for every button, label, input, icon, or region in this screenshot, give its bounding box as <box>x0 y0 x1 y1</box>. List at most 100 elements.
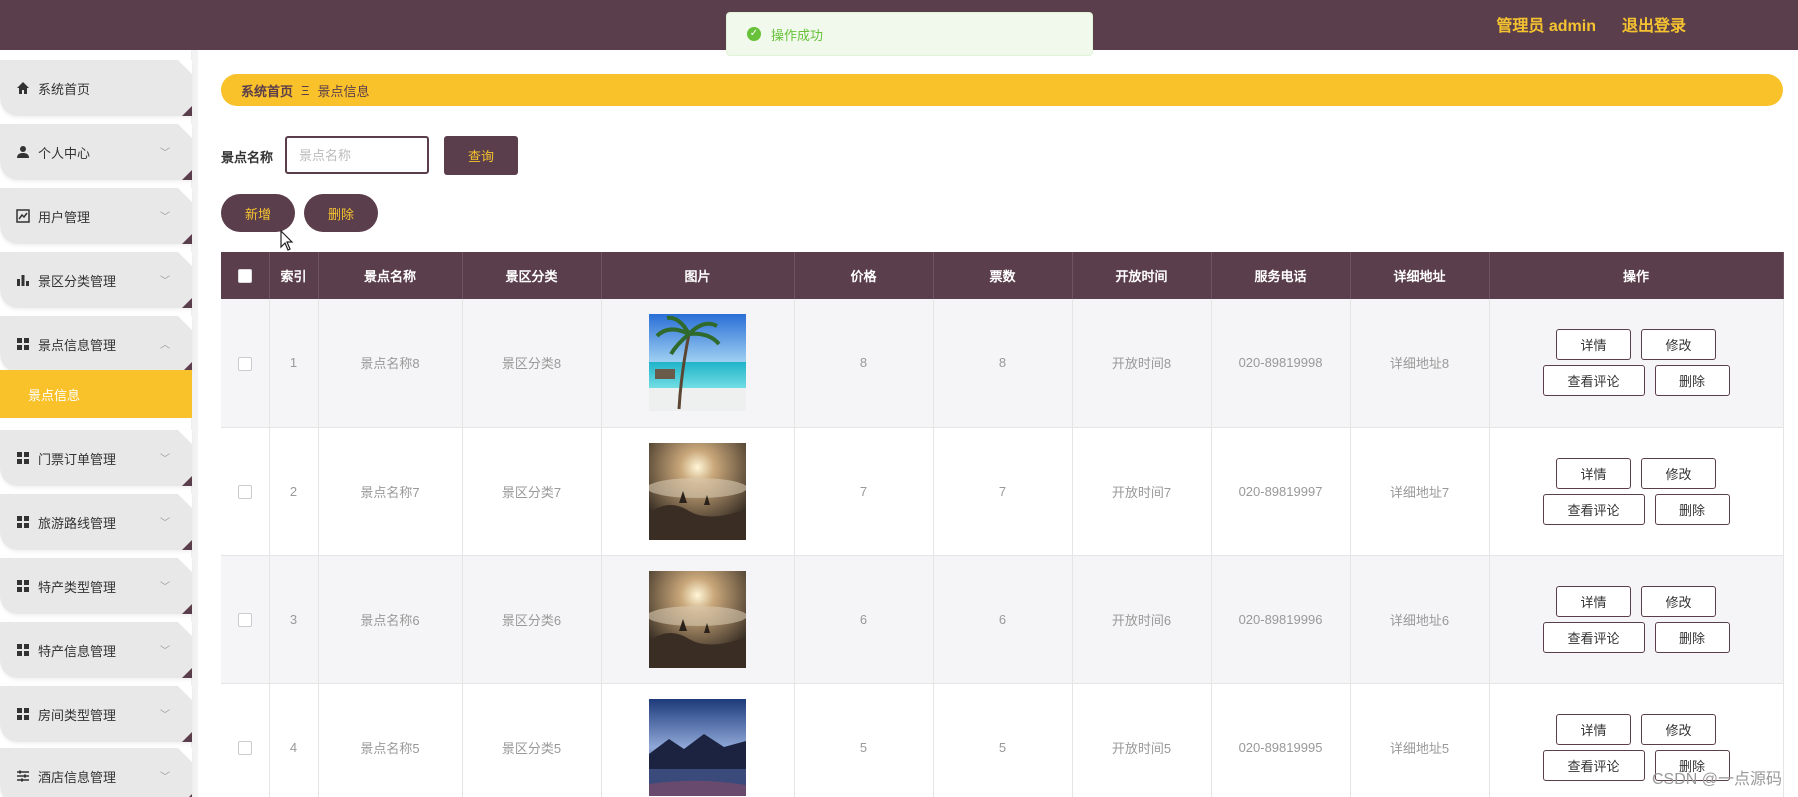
home-icon <box>16 81 30 95</box>
row-checkbox[interactable] <box>237 740 252 755</box>
view-comments-button[interactable]: 查看评论 <box>1542 621 1645 653</box>
sidebar-item-label: 个人中心 <box>38 145 91 161</box>
sidebar-item-specialty-info[interactable]: 特产信息管理 ﹀ <box>0 622 192 678</box>
grid-icon <box>16 515 30 529</box>
add-button[interactable]: 新增 <box>221 194 295 232</box>
grid-icon <box>16 707 30 721</box>
sidebar-item-label: 用户管理 <box>38 209 91 225</box>
address-cell: 详细地址7 <box>1350 427 1490 556</box>
image-cell <box>601 427 795 556</box>
detail-button[interactable]: 详情 <box>1556 329 1631 361</box>
column-header: 索引 <box>269 252 319 299</box>
row-checkbox[interactable] <box>237 356 252 371</box>
admin-user-label: 管理员 admin <box>1496 18 1596 35</box>
category-cell: 景区分类6 <box>462 555 602 684</box>
sidebar-item-label: 特产类型管理 <box>38 579 117 595</box>
user-icon <box>16 145 30 159</box>
mouse-cursor-icon <box>280 230 294 251</box>
column-header: 服务电话 <box>1211 252 1351 299</box>
column-header: 景区分类 <box>462 252 602 299</box>
sidebar-item-room-types[interactable]: 房间类型管理 ﹀ <box>0 686 192 742</box>
index-cell: 1 <box>269 299 319 428</box>
column-header: 开放时间 <box>1072 252 1212 299</box>
category-cell: 景区分类5 <box>462 683 602 797</box>
column-header: 票数 <box>933 252 1073 299</box>
sidebar-item-personal-center[interactable]: 个人中心 ﹀ <box>0 124 192 180</box>
delete-button[interactable]: 删除 <box>1654 493 1730 525</box>
delete-button[interactable]: 删除 <box>1654 365 1730 397</box>
chevron-down-icon: ﹀ <box>160 148 170 159</box>
edit-button[interactable]: 修改 <box>1641 713 1716 745</box>
sidebar-item-ticket-orders[interactable]: 门票订单管理 ﹀ <box>0 430 192 486</box>
grid-icon <box>16 579 30 593</box>
price-cell: 7 <box>794 427 934 556</box>
price-cell: 5 <box>794 683 934 797</box>
sidebar-item-label: 酒店信息管理 <box>38 769 117 785</box>
chevron-up-icon: ︿ <box>160 340 170 351</box>
name-cell: 景点名称5 <box>318 683 463 797</box>
sidebar-item-hotel-info[interactable]: 酒店信息管理 ﹀ <box>0 748 192 797</box>
index-cell: 4 <box>269 683 319 797</box>
address-cell: 详细地址6 <box>1350 555 1490 684</box>
sidebar-item-scenic-info[interactable]: 景点信息管理 ︿ <box>0 316 192 372</box>
view-comments-button[interactable]: 查看评论 <box>1542 493 1645 525</box>
sidebar-item-specialty-types[interactable]: 特产类型管理 ﹀ <box>0 558 192 614</box>
detail-button[interactable]: 详情 <box>1556 713 1631 745</box>
select-all-checkbox[interactable] <box>237 269 252 284</box>
chevron-down-icon: ﹀ <box>160 710 170 721</box>
view-comments-button[interactable]: 查看评论 <box>1542 749 1645 781</box>
grid-icon <box>16 643 30 657</box>
phone-cell: 020-89819996 <box>1211 555 1351 684</box>
phone-cell: 020-89819995 <box>1211 683 1351 797</box>
chevron-down-icon: ﹀ <box>160 518 170 529</box>
query-button[interactable]: 查询 <box>444 136 518 175</box>
view-comments-button[interactable]: 查看评论 <box>1542 365 1645 397</box>
row-select-cell <box>221 683 270 797</box>
sidebar-item-travel-routes[interactable]: 旅游路线管理 ﹀ <box>0 494 192 550</box>
row-select-cell <box>221 555 270 684</box>
index-cell: 3 <box>269 555 319 684</box>
name-cell: 景点名称8 <box>318 299 463 428</box>
open-time-cell: 开放时间8 <box>1072 299 1212 428</box>
select-all-header <box>221 252 270 299</box>
tickets-cell: 8 <box>933 299 1073 428</box>
sidebar-scrollbar[interactable] <box>192 50 198 797</box>
detail-button[interactable]: 详情 <box>1556 585 1631 617</box>
image-cell <box>601 299 795 428</box>
price-cell: 8 <box>794 299 934 428</box>
column-header: 图片 <box>601 252 795 299</box>
breadcrumb-separator: Ξ <box>301 82 310 98</box>
address-cell: 详细地址5 <box>1350 683 1490 797</box>
watermark: CSDN @一点源码 <box>1651 771 1782 788</box>
delete-button[interactable]: 删除 <box>1654 621 1730 653</box>
batch-delete-button[interactable]: 删除 <box>304 194 378 232</box>
edit-button[interactable]: 修改 <box>1641 457 1716 489</box>
sidebar-subitem-scenic-info[interactable]: 景点信息 <box>0 370 192 418</box>
beach-palm-image <box>649 314 746 412</box>
scenic-name-search-input[interactable] <box>285 136 429 174</box>
chevron-down-icon: ﹀ <box>160 646 170 657</box>
table-row: 3 景点名称6 景区分类6 6 6 开放时间6 020-89819996 详细地… <box>221 555 1784 684</box>
breadcrumb: 系统首页 Ξ 景点信息 <box>221 74 1783 106</box>
row-checkbox[interactable] <box>237 484 252 499</box>
grid-icon <box>16 337 30 351</box>
edit-button[interactable]: 修改 <box>1641 585 1716 617</box>
column-header: 价格 <box>794 252 934 299</box>
sidebar-item-label: 景区分类管理 <box>38 273 117 289</box>
sidebar-item-scenic-category[interactable]: 景区分类管理 ﹀ <box>0 252 192 308</box>
sidebar-item-home[interactable]: 系统首页 <box>0 60 192 116</box>
category-cell: 景区分类8 <box>462 299 602 428</box>
logout-link[interactable]: 退出登录 <box>1622 12 1686 36</box>
detail-button[interactable]: 详情 <box>1556 457 1631 489</box>
success-toast: ✓ 操作成功 <box>726 12 1093 56</box>
misty-sunrise-image <box>649 570 746 668</box>
operations-cell: 详情 修改 查看评论 删除 <box>1489 427 1784 556</box>
row-checkbox[interactable] <box>237 612 252 627</box>
lake-dusk-image <box>649 698 746 796</box>
chevron-down-icon: ﹀ <box>160 582 170 593</box>
edit-button[interactable]: 修改 <box>1641 329 1716 361</box>
operations-cell: 详情 修改 查看评论 删除 <box>1489 299 1784 428</box>
sidebar-item-user-management[interactable]: 用户管理 ﹀ <box>0 188 192 244</box>
breadcrumb-home[interactable]: 系统首页 <box>241 81 293 100</box>
category-cell: 景区分类7 <box>462 427 602 556</box>
